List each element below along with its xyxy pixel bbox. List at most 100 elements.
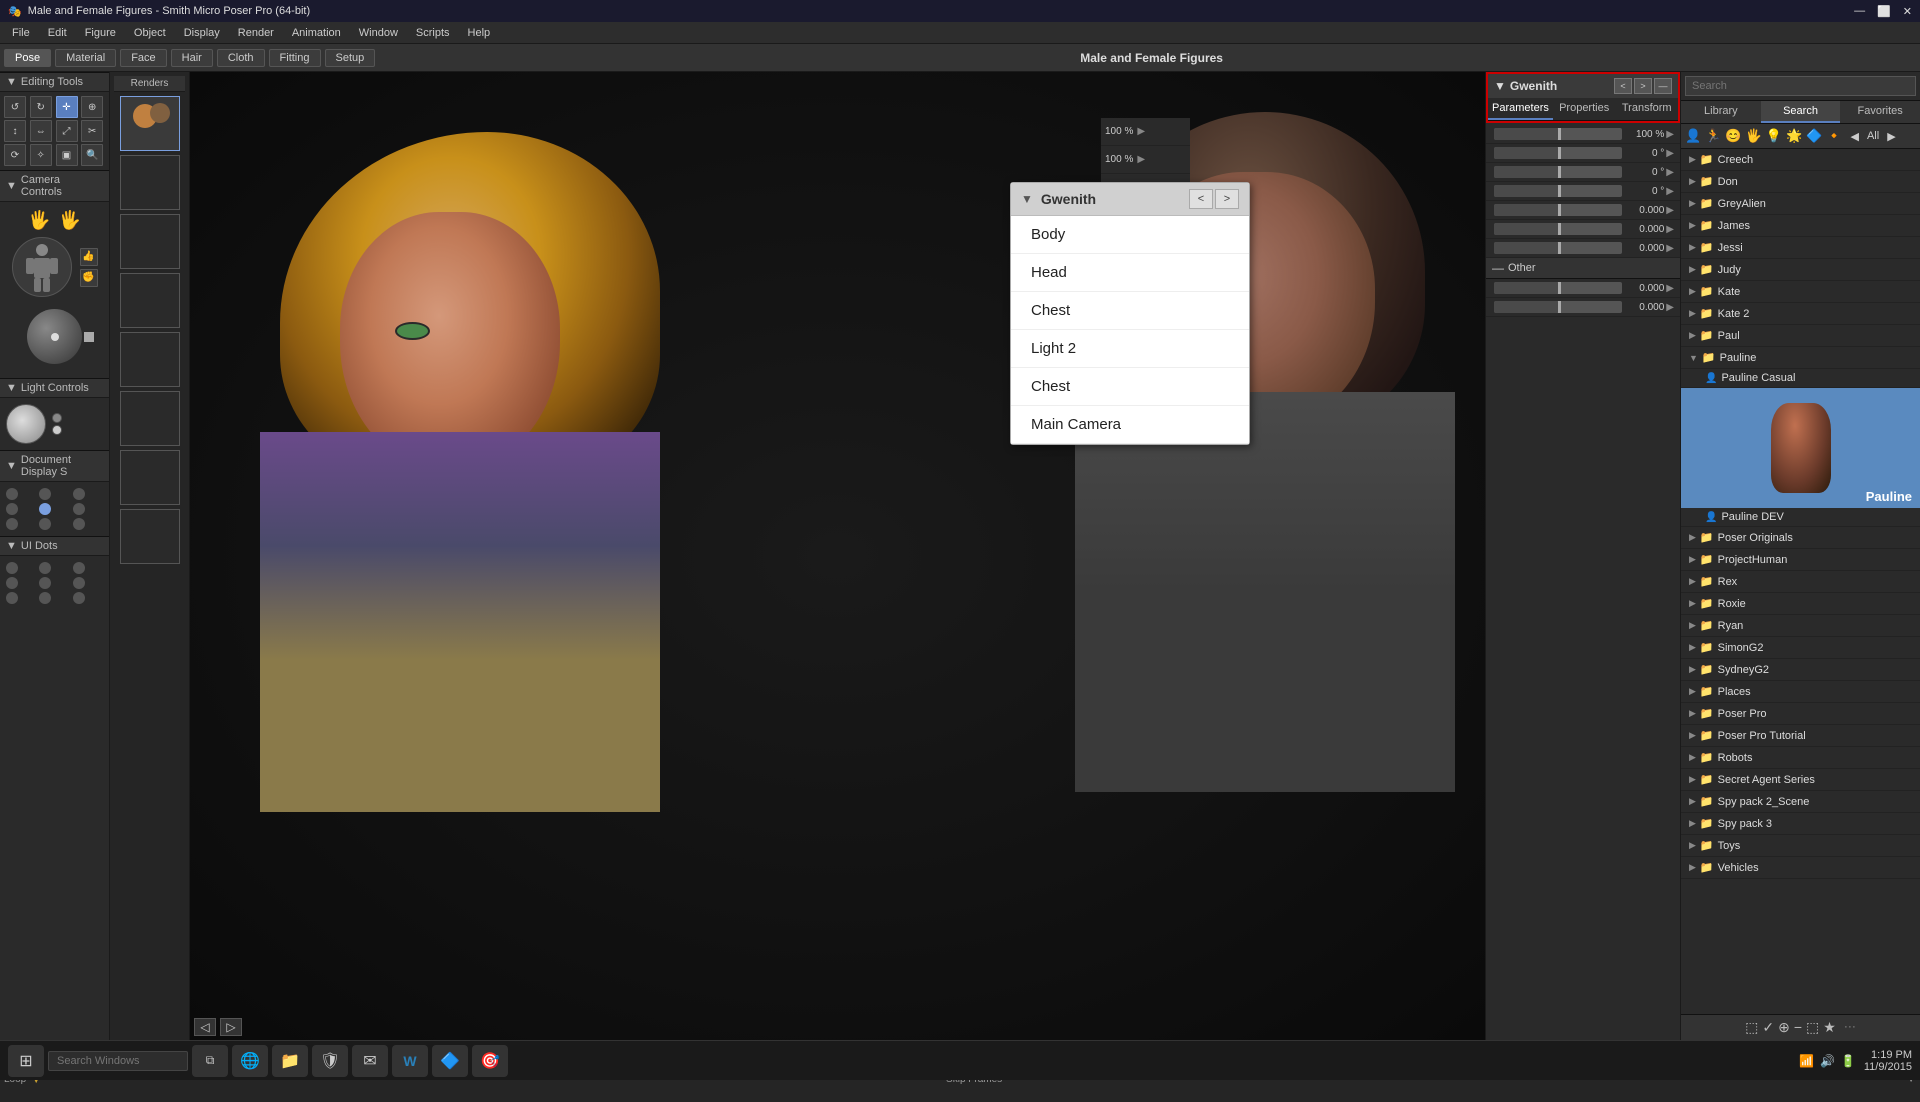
tool-reset[interactable]: ⟳ xyxy=(4,144,26,166)
collapse-icon[interactable]: ▼ xyxy=(6,76,17,88)
lib-folder-poser-originals[interactable]: ▶ 📁 Poser Originals xyxy=(1681,527,1920,549)
tool-select[interactable]: ✛ xyxy=(56,96,78,118)
tool-rotate[interactable]: ↺ xyxy=(4,96,26,118)
lib-tool-run[interactable]: 🏃 xyxy=(1705,128,1721,144)
dot-8[interactable] xyxy=(39,518,51,530)
lib-tool-hair[interactable]: 🌟 xyxy=(1786,128,1802,144)
hand-right-icon[interactable]: 🖐 xyxy=(59,210,81,231)
tab-face[interactable]: Face xyxy=(120,49,166,67)
menu-render[interactable]: Render xyxy=(230,25,282,41)
taskbar-explorer[interactable]: 📁 xyxy=(272,1045,308,1077)
yrotate-slider[interactable] xyxy=(1494,147,1622,159)
tool-fk[interactable]: ⊕ xyxy=(81,96,103,118)
menu-scripts[interactable]: Scripts xyxy=(408,25,458,41)
lib-item-pauline-casual[interactable]: 👤 Pauline Casual xyxy=(1681,369,1920,388)
lib-tool-people[interactable]: 👤 xyxy=(1685,128,1701,144)
view-nav-2[interactable]: ▷ xyxy=(220,1018,242,1036)
minimize-button[interactable]: — xyxy=(1854,5,1865,18)
zrotate-slider[interactable] xyxy=(1494,185,1622,197)
lib-folder-secret-agent[interactable]: ▶ 📁 Secret Agent Series xyxy=(1681,769,1920,791)
gwenith-item-maincamera[interactable]: Main Camera xyxy=(1011,406,1249,444)
light-dot1[interactable] xyxy=(52,413,62,423)
dot-5[interactable] xyxy=(39,503,51,515)
tool-rotate2[interactable]: ↻ xyxy=(30,96,52,118)
hand-left-icon[interactable]: 🖐 xyxy=(28,210,50,231)
tool-scale[interactable]: ⤢ xyxy=(56,120,78,142)
ui-collapse-icon[interactable]: ▼ xyxy=(6,540,17,552)
taskbar-chrome[interactable]: 🌐 xyxy=(232,1045,268,1077)
lib-folder-places[interactable]: ▶ 📁 Places xyxy=(1681,681,1920,703)
taskbar-word[interactable]: W xyxy=(392,1045,428,1077)
menu-file[interactable]: File xyxy=(4,25,38,41)
library-tab-library[interactable]: Library xyxy=(1681,101,1761,123)
start-button[interactable]: ⊞ xyxy=(8,1045,44,1077)
fitbangs-arrow[interactable]: ▶ xyxy=(1664,283,1676,294)
gwenith-item-chest2[interactable]: Chest xyxy=(1011,368,1249,406)
ui-dot-7[interactable] xyxy=(6,592,18,604)
tab-pose[interactable]: Pose xyxy=(4,49,51,67)
ui-dot-1[interactable] xyxy=(6,562,18,574)
xtran-slider[interactable] xyxy=(1494,204,1622,216)
lib-tool-smile[interactable]: 😊 xyxy=(1725,128,1741,144)
ui-dot-4[interactable] xyxy=(6,577,18,589)
thumb-1[interactable] xyxy=(120,96,180,151)
other-collapse-icon[interactable]: — xyxy=(1492,261,1504,275)
tool-star[interactable]: ✧ xyxy=(30,144,52,166)
thumb-2[interactable] xyxy=(120,155,180,210)
tool-move-v[interactable]: ↕ xyxy=(4,120,26,142)
ytran-slider[interactable] xyxy=(1494,223,1622,235)
ztran-slider[interactable] xyxy=(1494,242,1622,254)
thumb-3[interactable] xyxy=(120,214,180,269)
lib-folder-simong2[interactable]: ▶ 📁 SimonG2 xyxy=(1681,637,1920,659)
xrotate-slider[interactable] xyxy=(1494,166,1622,178)
library-tab-search[interactable]: Search xyxy=(1761,101,1841,123)
ztran-arrow[interactable]: ▶ xyxy=(1664,243,1676,254)
ui-dot-9[interactable] xyxy=(73,592,85,604)
yrotate-arrow[interactable]: ▶ xyxy=(1664,148,1676,159)
lib-folder-poser-pro[interactable]: ▶ 📁 Poser Pro xyxy=(1681,703,1920,725)
maximize-button[interactable]: ⬜ xyxy=(1877,5,1891,18)
taskbar-visio[interactable]: 🔷 xyxy=(432,1045,468,1077)
fitbangs-slider[interactable] xyxy=(1494,282,1622,294)
lib-folder-creech[interactable]: ▶ 📁 Creech xyxy=(1681,149,1920,171)
tab-cloth[interactable]: Cloth xyxy=(217,49,265,67)
gwenith-main-collapse[interactable]: ▼ xyxy=(1494,79,1506,93)
taskbar-app[interactable]: 🎯 xyxy=(472,1045,508,1077)
pv-arr2[interactable]: ▶ xyxy=(1137,154,1145,165)
menu-figure[interactable]: Figure xyxy=(77,25,124,41)
lib-folder-sydneyg2[interactable]: ▶ 📁 SydneyG2 xyxy=(1681,659,1920,681)
ui-dot-6[interactable] xyxy=(73,577,85,589)
camera-controls-section[interactable]: ▼ Camera Controls xyxy=(0,170,109,202)
thumb-4[interactable] xyxy=(120,273,180,328)
taskbar-search-input[interactable] xyxy=(48,1051,188,1071)
dot-6[interactable] xyxy=(73,503,85,515)
gwenith-item-light2[interactable]: Light 2 xyxy=(1011,330,1249,368)
gwenith-main-prev[interactable]: < xyxy=(1614,78,1632,94)
lib-folder-rex[interactable]: ▶ 📁 Rex xyxy=(1681,571,1920,593)
lib-bottom-add[interactable]: ⊕ xyxy=(1778,1019,1790,1036)
lib-folder-pauline[interactable]: ▼ 📁 Pauline xyxy=(1681,347,1920,369)
tab-fitting[interactable]: Fitting xyxy=(269,49,321,67)
tool-zoom[interactable]: 🔍 xyxy=(81,144,103,166)
dot-4[interactable] xyxy=(6,503,18,515)
thumb-5[interactable] xyxy=(120,332,180,387)
ui-dot-2[interactable] xyxy=(39,562,51,574)
lib-folder-robots[interactable]: ▶ 📁 Robots xyxy=(1681,747,1920,769)
titlebar-controls[interactable]: — ⬜ ✕ xyxy=(1854,5,1912,18)
dot-7[interactable] xyxy=(6,518,18,530)
lib-folder-spy2[interactable]: ▶ 📁 Spy pack 2_Scene xyxy=(1681,791,1920,813)
gwenith-main-next[interactable]: > xyxy=(1634,78,1652,94)
tab-hair[interactable]: Hair xyxy=(171,49,213,67)
lib-bottom-square[interactable]: ⬚ xyxy=(1806,1019,1819,1036)
gwenith-tab-properties[interactable]: Properties xyxy=(1553,98,1616,120)
thumb-7[interactable] xyxy=(120,450,180,505)
zscale-slider[interactable] xyxy=(1494,128,1622,140)
gwenith-item-chest1[interactable]: Chest xyxy=(1011,292,1249,330)
dot-1[interactable] xyxy=(6,488,18,500)
taskbar-outlook[interactable]: ✉ xyxy=(352,1045,388,1077)
lib-filter-all[interactable]: All xyxy=(1867,130,1879,142)
tool-move-h[interactable]: ⇔ xyxy=(30,120,52,142)
gwenith-popup-prev[interactable]: < xyxy=(1189,189,1213,209)
ui-dot-8[interactable] xyxy=(39,592,51,604)
lib-folder-kate[interactable]: ▶ 📁 Kate xyxy=(1681,281,1920,303)
